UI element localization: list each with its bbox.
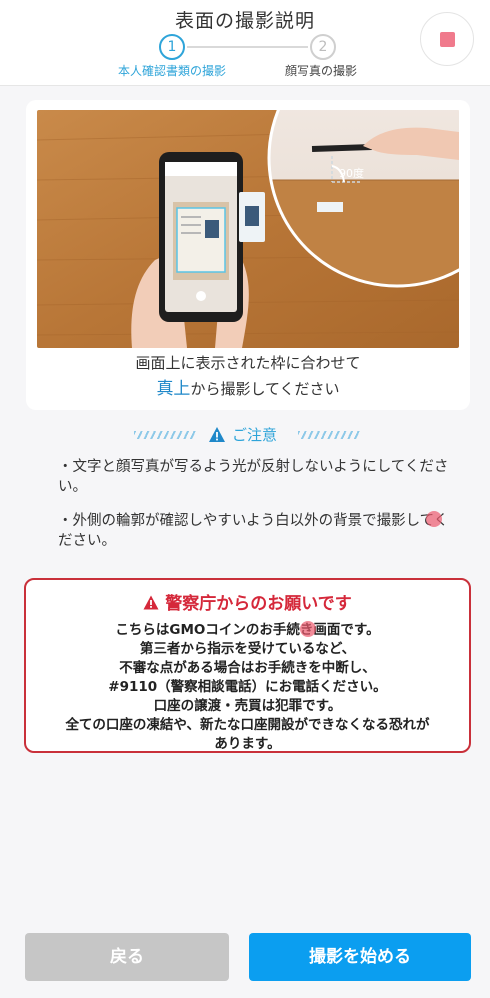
police-warning-line: 不審な点がある場合はお手続きを中断し、	[119, 660, 376, 676]
progress-stepper: 1 2 本人確認書類の撮影 顔写真の撮影	[0, 34, 490, 84]
step-2-label: 顔写真の撮影	[285, 64, 358, 78]
instruction-caption-line1: 画面上に表示された枠に合わせて	[135, 354, 361, 372]
angle-label: 90度	[339, 166, 364, 180]
touch-indicator	[300, 621, 316, 637]
caption-rest: から撮影してください	[190, 380, 340, 398]
police-warning-line: #9110（警察相談電話）にお電話ください。	[108, 679, 387, 695]
touch-indicator	[426, 511, 442, 527]
police-warning-line: あります。	[214, 736, 281, 752]
header: 表面の撮影説明 1 2 本人確認書類の撮影 顔写真の撮影	[0, 0, 490, 86]
police-warning-line: 第三者から指示を受けているなど、	[139, 641, 356, 657]
police-warning-title: 警察庁からのお願いです	[26, 589, 469, 614]
notice-item: ・外側の輪郭が確認しやすいよう白以外の背景で撮影してください。	[58, 513, 449, 549]
stop-button[interactable]	[420, 12, 474, 66]
phone-capture-illustration: 90度	[37, 110, 459, 348]
start-capture-button[interactable]: 撮影を始める	[249, 933, 471, 981]
warning-icon	[209, 427, 225, 442]
stop-square-icon	[440, 32, 455, 47]
warning-icon	[143, 595, 159, 610]
instruction-photo: 90度	[37, 110, 459, 348]
instruction-caption-line2: 真上から撮影してください	[26, 374, 470, 399]
notice-label: ご注意	[232, 426, 278, 444]
police-warning-title-text: 警察庁からのお願いです	[165, 594, 352, 614]
page-title: 表面の撮影説明	[174, 10, 315, 32]
notice-item: ・文字と顔写真が写るよう光が反射しないようにしてください。	[58, 459, 449, 495]
police-warning-line: 口座の譲渡・売買は犯罪です。	[153, 698, 342, 714]
step-1-label: 本人確認書類の撮影	[118, 64, 227, 78]
notice-heading: ご注意	[0, 424, 490, 446]
police-warning-line: こちらはGMOコインのお手続き画面です。	[115, 622, 380, 638]
back-button[interactable]: 戻る	[25, 933, 229, 981]
police-warning-box: 警察庁からのお願いです こちらはGMOコインのお手続き画面です。 第三者から指示…	[24, 578, 471, 753]
step-connector	[187, 46, 308, 48]
step-1-indicator: 1	[159, 34, 185, 60]
decorative-stripes	[298, 431, 360, 439]
decorative-stripes	[134, 431, 196, 439]
instruction-card: 90度 画面上に表示された枠に合わせて 真上から撮影してください	[26, 100, 470, 410]
police-warning-line: 全ての口座の凍結や、新たな口座開設ができなくなる恐れが	[65, 717, 430, 733]
caption-highlight: 真上	[156, 379, 191, 399]
step-2-indicator: 2	[310, 34, 336, 60]
